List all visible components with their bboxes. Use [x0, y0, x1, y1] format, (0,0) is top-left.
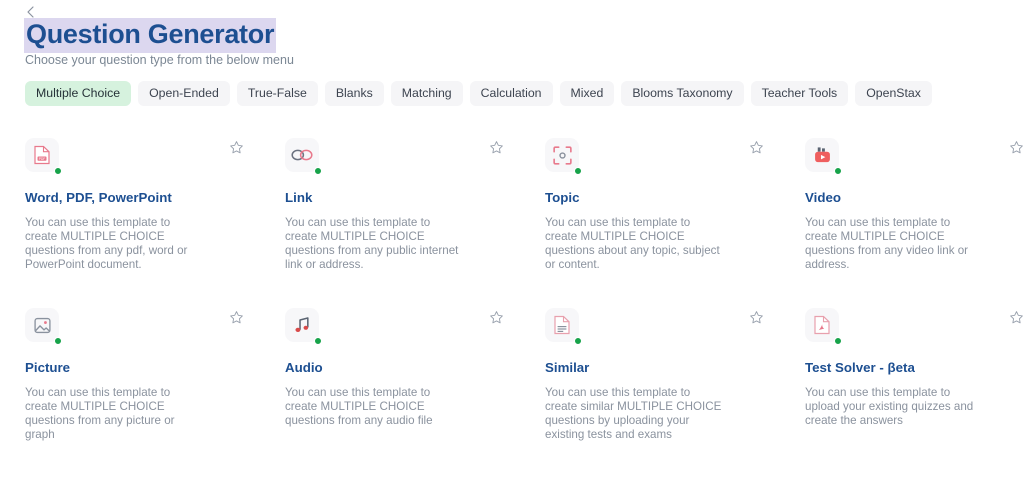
pdf-acrobat-icon	[805, 308, 839, 342]
template-card-link[interactable]: Link You can use this template to create…	[282, 130, 527, 300]
star-outline-icon	[229, 140, 243, 153]
video-player-glyph	[814, 146, 830, 162]
card-title: Word, PDF, PowerPoint	[25, 190, 172, 205]
star-outline-icon	[229, 310, 243, 323]
star-outline-icon	[1009, 140, 1023, 153]
favorite-star-outline-icon[interactable]	[1007, 308, 1024, 326]
card-description: You can use this template to upload your…	[805, 385, 974, 428]
favorite-star-outline-icon[interactable]	[487, 308, 505, 326]
favorite-star-outline-icon[interactable]	[747, 308, 765, 326]
focus-target-icon	[545, 138, 579, 172]
status-dot-available	[834, 167, 842, 175]
status-dot-available	[314, 167, 322, 175]
card-description: You can use this template to create MULT…	[285, 385, 433, 428]
favorite-star-outline-icon[interactable]	[227, 138, 245, 156]
tab-blanks[interactable]: Blanks	[324, 81, 384, 107]
question-type-tabs: Multiple Choice Open-Ended True-False Bl…	[25, 81, 932, 107]
card-title: Test Solver - βeta	[805, 360, 915, 375]
pdf-document-icon: PDF	[25, 138, 59, 172]
card-title: Picture	[25, 360, 71, 375]
card-icon-wrap	[285, 138, 322, 175]
card-icon-wrap: PDF	[25, 138, 62, 175]
template-card-picture[interactable]: Picture You can use this template to cre…	[22, 300, 267, 470]
music-note-icon	[285, 308, 319, 342]
pdf-document-glyph: PDF	[34, 145, 50, 165]
tab-blooms-taxonomy[interactable]: Blooms Taxonomy	[621, 81, 744, 107]
document-lines-glyph	[554, 315, 570, 335]
star-outline-icon	[749, 310, 763, 323]
chain-link-glyph	[291, 149, 313, 161]
status-dot-available	[314, 337, 322, 345]
tab-matching[interactable]: Matching	[390, 81, 463, 107]
status-dot-available	[834, 337, 842, 345]
star-outline-icon	[1009, 310, 1023, 323]
tab-multiple-choice[interactable]: Multiple Choice	[25, 81, 132, 107]
favorite-star-outline-icon[interactable]	[227, 308, 245, 326]
card-icon-wrap	[545, 138, 582, 175]
status-dot-available	[574, 337, 582, 345]
page-subtitle: Choose your question type from the below…	[25, 53, 294, 67]
status-dot-available	[574, 167, 582, 175]
star-outline-icon	[489, 310, 503, 323]
template-card-test-solver[interactable]: Test Solver - βeta You can use this temp…	[802, 300, 1024, 470]
question-generator-page: Question Generator Choose your question …	[0, 0, 1024, 501]
favorite-star-outline-icon[interactable]	[747, 138, 765, 156]
card-title: Video	[805, 190, 841, 205]
status-dot-available	[54, 337, 62, 345]
tab-calculation[interactable]: Calculation	[469, 81, 553, 107]
chevron-left-icon	[26, 6, 34, 18]
card-description: You can use this template to create MULT…	[25, 215, 188, 272]
template-card-video[interactable]: Video You can use this template to creat…	[802, 130, 1024, 300]
card-icon-wrap	[545, 308, 582, 345]
page-title: Question Generator	[24, 18, 277, 53]
image-picture-icon	[25, 308, 59, 342]
star-outline-icon	[489, 140, 503, 153]
card-description: You can use this template to create MULT…	[285, 215, 459, 272]
music-note-glyph	[294, 316, 309, 332]
tab-open-ended[interactable]: Open-Ended	[138, 81, 230, 107]
pdf-acrobat-glyph	[814, 315, 830, 335]
document-lines-icon	[545, 308, 579, 342]
card-description: You can use this template to create simi…	[545, 385, 722, 442]
tab-true-false[interactable]: True-False	[236, 81, 318, 107]
template-card-audio[interactable]: Audio You can use this template to creat…	[282, 300, 527, 470]
tab-teacher-tools[interactable]: Teacher Tools	[750, 81, 849, 107]
focus-target-glyph	[552, 145, 572, 165]
card-icon-wrap	[805, 308, 842, 345]
video-player-icon	[805, 138, 839, 172]
tab-mixed[interactable]: Mixed	[559, 81, 615, 107]
svg-text:PDF: PDF	[39, 157, 45, 161]
favorite-star-outline-icon[interactable]	[1007, 138, 1024, 156]
tab-openstax[interactable]: OpenStax	[855, 81, 932, 107]
template-card-topic[interactable]: Topic You can use this template to creat…	[542, 130, 787, 300]
template-card-grid: PDF Word, PDF, PowerPoint You can use th…	[0, 130, 1024, 470]
card-title: Topic	[545, 190, 580, 205]
image-picture-glyph	[33, 317, 51, 333]
card-icon-wrap	[285, 308, 322, 345]
card-icon-wrap	[25, 308, 62, 345]
card-title: Audio	[285, 360, 323, 375]
card-icon-wrap	[805, 138, 842, 175]
card-title: Link	[285, 190, 313, 205]
card-description: You can use this template to create MULT…	[805, 215, 969, 272]
template-card-similar[interactable]: Similar You can use this template to cre…	[542, 300, 787, 470]
status-dot-available	[54, 167, 62, 175]
card-title: Similar	[545, 360, 590, 375]
star-outline-icon	[749, 140, 763, 153]
card-description: You can use this template to create MULT…	[25, 385, 175, 442]
chain-link-icon	[285, 138, 319, 172]
favorite-star-outline-icon[interactable]	[487, 138, 505, 156]
card-description: You can use this template to create MULT…	[545, 215, 720, 272]
template-card-word-pdf-powerpoint[interactable]: PDF Word, PDF, PowerPoint You can use th…	[22, 130, 267, 300]
